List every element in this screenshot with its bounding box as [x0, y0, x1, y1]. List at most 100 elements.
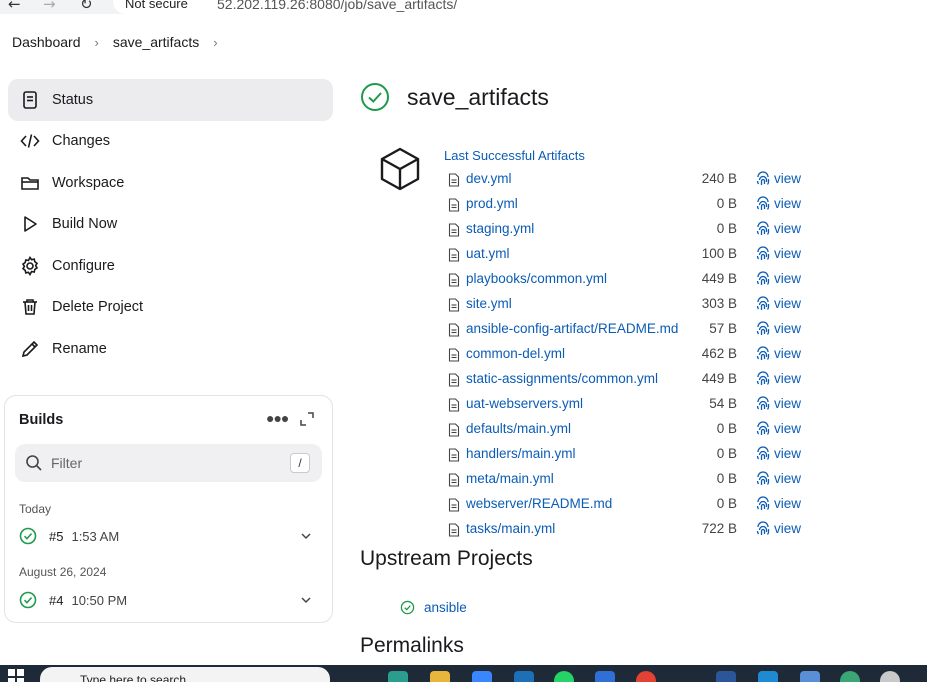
artifact-view-link[interactable]: view	[774, 371, 801, 386]
artifact-view-link[interactable]: view	[774, 496, 801, 511]
mail-icon[interactable]	[514, 671, 534, 682]
artifact-view-link[interactable]: view	[774, 221, 801, 236]
fingerprint-icon[interactable]	[755, 346, 771, 362]
app-icon[interactable]	[595, 671, 615, 682]
sidebar-item-workspace[interactable]: Workspace	[8, 162, 333, 204]
build-number[interactable]: #5	[49, 529, 63, 544]
app-icon[interactable]	[840, 671, 860, 682]
file-icon	[448, 398, 460, 412]
build-row[interactable]: #4 10:50 PM	[19, 586, 319, 614]
fingerprint-icon[interactable]	[755, 521, 771, 537]
chevron-down-icon[interactable]	[299, 593, 313, 607]
artifact-link[interactable]: defaults/main.yml	[466, 421, 571, 436]
fingerprint-icon[interactable]	[755, 171, 771, 187]
not-secure-label[interactable]: Not secure	[125, 0, 188, 11]
expand-icon[interactable]	[300, 412, 314, 426]
artifact-view-link[interactable]: view	[774, 296, 801, 311]
artifact-size: 722 B	[701, 521, 737, 536]
build-number[interactable]: #4	[49, 593, 63, 608]
windows-start-icon[interactable]	[8, 669, 24, 682]
breadcrumb-dashboard[interactable]: Dashboard	[12, 34, 81, 50]
fingerprint-icon[interactable]	[755, 446, 771, 462]
artifact-link[interactable]: uat-webservers.yml	[466, 396, 583, 411]
fingerprint-icon[interactable]	[755, 471, 771, 487]
artifact-link[interactable]: static-assignments/common.yml	[466, 371, 658, 386]
artifact-size: 100 B	[701, 246, 737, 261]
pencil-icon	[18, 337, 42, 361]
upstream-heading: Upstream Projects	[360, 547, 533, 570]
vscode-icon[interactable]	[758, 671, 778, 682]
search-icon	[26, 455, 42, 471]
app-icon[interactable]	[800, 671, 820, 682]
artifact-view-link[interactable]: view	[774, 446, 801, 461]
artifact-link[interactable]: playbooks/common.yml	[466, 271, 607, 286]
sidebar-item-label: Workspace	[52, 174, 125, 191]
artifact-link[interactable]: dev.yml	[466, 171, 512, 186]
artifact-size: 462 B	[701, 346, 737, 361]
fingerprint-icon[interactable]	[755, 396, 771, 412]
artifact-link[interactable]: webserver/README.md	[466, 496, 612, 511]
chevron-down-icon[interactable]	[299, 529, 313, 543]
sidebar-item-rename[interactable]: Rename	[8, 328, 333, 370]
whatsapp-icon[interactable]	[554, 671, 574, 682]
fingerprint-icon[interactable]	[755, 271, 771, 287]
url-text[interactable]: 52.202.119.26:8080/job/save_artifacts/	[217, 0, 457, 12]
filter-input[interactable]	[51, 452, 271, 474]
fingerprint-icon[interactable]	[755, 371, 771, 387]
artifact-view-link[interactable]: view	[774, 396, 801, 411]
success-check-icon	[400, 600, 415, 615]
sidebar-item-build-now[interactable]: Build Now	[8, 204, 333, 246]
artifact-link[interactable]: ansible-config-artifact/README.md	[466, 321, 678, 336]
file-explorer-icon[interactable]	[430, 671, 450, 682]
forward-arrow-icon[interactable]: →	[43, 0, 56, 13]
sidebar-item-status[interactable]: Status	[8, 79, 333, 121]
taskbar-search[interactable]: Type here to search	[40, 667, 330, 682]
address-bar[interactable]: Not secure 52.202.119.26:8080/job/save_a…	[113, 0, 927, 14]
fingerprint-icon[interactable]	[755, 421, 771, 437]
sidebar-item-delete-project[interactable]: Delete Project	[8, 287, 333, 329]
upstream-project[interactable]: ansible	[400, 600, 467, 615]
fingerprint-icon[interactable]	[755, 321, 771, 337]
edge-browser-icon[interactable]	[388, 671, 408, 682]
artifact-row: common-del.yml 462 B view	[448, 342, 808, 367]
artifact-view-link[interactable]: view	[774, 421, 801, 436]
reload-icon[interactable]: ↻	[80, 0, 93, 13]
artifact-view-link[interactable]: view	[774, 521, 801, 536]
builds-filter[interactable]: /	[15, 444, 322, 482]
artifact-link[interactable]: prod.yml	[466, 196, 518, 211]
back-arrow-icon[interactable]: ←	[8, 0, 21, 13]
fingerprint-icon[interactable]	[755, 296, 771, 312]
artifact-link[interactable]: tasks/main.yml	[466, 521, 555, 536]
chrome-icon[interactable]	[636, 671, 656, 682]
store-icon[interactable]	[472, 671, 492, 682]
artifact-view-link[interactable]: view	[774, 321, 801, 336]
artifact-link[interactable]: site.yml	[466, 296, 512, 311]
fingerprint-icon[interactable]	[755, 496, 771, 512]
sidebar-item-configure[interactable]: Configure	[8, 245, 333, 287]
fingerprint-icon[interactable]	[755, 196, 771, 212]
chevron-right-icon[interactable]: ›	[213, 35, 217, 50]
artifact-view-link[interactable]: view	[774, 196, 801, 211]
sidebar-item-changes[interactable]: Changes	[8, 121, 333, 163]
artifact-link[interactable]: staging.yml	[466, 221, 534, 236]
fingerprint-icon[interactable]	[755, 246, 771, 262]
build-row[interactable]: #5 1:53 AM	[19, 522, 319, 550]
artifact-link[interactable]: uat.yml	[466, 246, 510, 261]
chevron-right-icon: ›	[94, 34, 99, 50]
artifact-view-link[interactable]: view	[774, 271, 801, 286]
artifact-view-link[interactable]: view	[774, 471, 801, 486]
more-options-icon[interactable]: ●●●	[266, 410, 289, 426]
word-icon[interactable]	[716, 671, 736, 682]
upstream-project-link[interactable]: ansible	[424, 600, 467, 615]
breadcrumb-job[interactable]: save_artifacts	[113, 34, 199, 50]
artifact-link[interactable]: handlers/main.yml	[466, 446, 576, 461]
artifact-view-link[interactable]: view	[774, 171, 801, 186]
last-successful-artifacts-link[interactable]: Last Successful Artifacts	[444, 148, 585, 163]
artifact-row: webserver/README.md 0 B view	[448, 492, 808, 517]
artifact-link[interactable]: common-del.yml	[466, 346, 565, 361]
settings-icon[interactable]	[880, 671, 900, 682]
artifact-view-link[interactable]: view	[774, 346, 801, 361]
fingerprint-icon[interactable]	[755, 221, 771, 237]
artifact-view-link[interactable]: view	[774, 246, 801, 261]
artifact-link[interactable]: meta/main.yml	[466, 471, 554, 486]
